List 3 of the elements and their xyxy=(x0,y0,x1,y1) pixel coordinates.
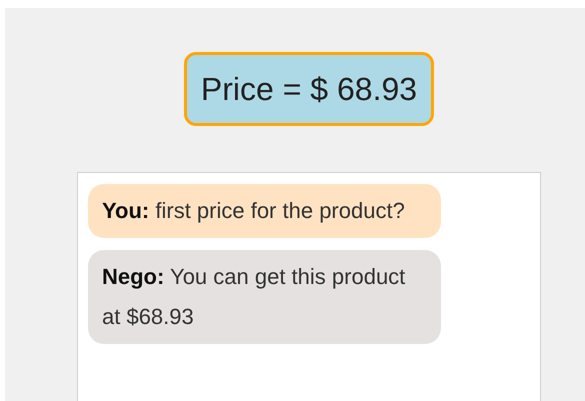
price-display: Price = $ 68.93 xyxy=(184,52,434,126)
chat-message: You: first price for the product? xyxy=(88,184,441,238)
chat-message: Nego: You can get this product at $68.93 xyxy=(88,250,441,344)
